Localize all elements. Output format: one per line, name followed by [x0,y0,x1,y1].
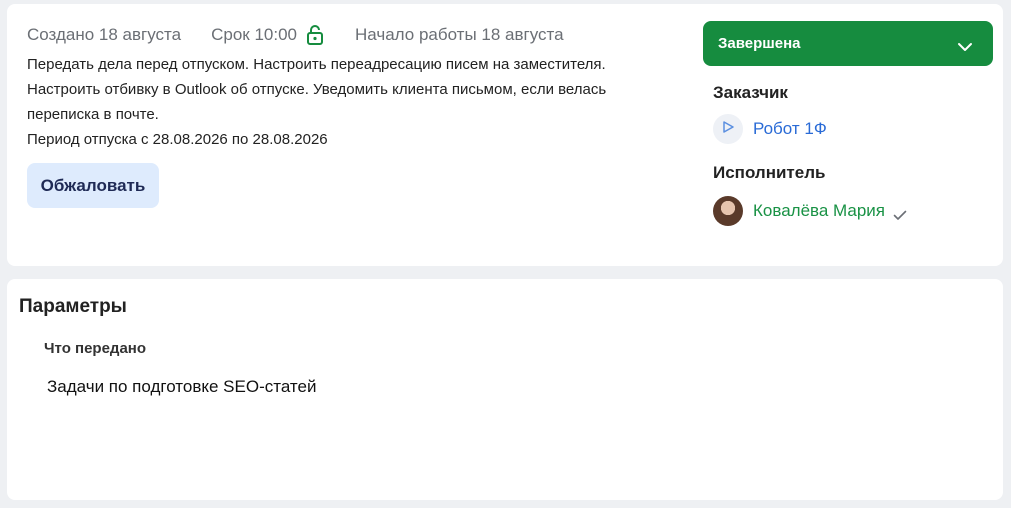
chevron-down-icon [957,39,973,51]
robot-avatar [713,114,743,144]
customer-link[interactable]: Робот 1Ф [713,114,827,144]
appeal-button[interactable]: Обжаловать [27,163,159,208]
description-line: Период отпуска с 28.08.2026 по 28.08.202… [27,131,328,148]
unlock-icon[interactable] [305,24,325,46]
param-label: Что передано [44,340,147,357]
description-line: переписка в почте. [27,106,159,123]
task-description: Передать дела перед отпуском. Настроить … [27,52,677,152]
play-icon [721,119,735,139]
created-date: Создано 18 августа [27,25,182,44]
task-card: Создано 18 августа Срок 10:00 Начало раб… [7,4,1003,266]
description-line: Передать дела перед отпуском. Настроить … [27,56,606,73]
params-card: Параметры Что передано Задачи по подгото… [7,279,1003,500]
status-dropdown[interactable]: Завершена [703,21,993,66]
params-title: Параметры [19,296,127,317]
deadline-text: Срок 10:00 [211,25,297,44]
executor-name[interactable]: Ковалёва Мария [753,201,885,221]
executor-link[interactable]: Ковалёва Мария [713,196,907,226]
param-value: Задачи по подготовке SEO-статей [47,377,317,396]
customer-heading: Заказчик [713,83,788,102]
executor-heading: Исполнитель [713,163,826,182]
status-label: Завершена [718,35,801,52]
start-date: Начало работы 18 августа [354,25,564,44]
check-icon [893,206,907,220]
description-line: Настроить отбивку в Outlook об отпуске. … [27,81,607,98]
customer-name[interactable]: Робот 1Ф [753,119,827,139]
deadline: Срок 10:00 [211,24,325,46]
task-meta: Создано 18 августа Срок 10:00 Начало раб… [27,24,594,46]
avatar [713,196,743,226]
